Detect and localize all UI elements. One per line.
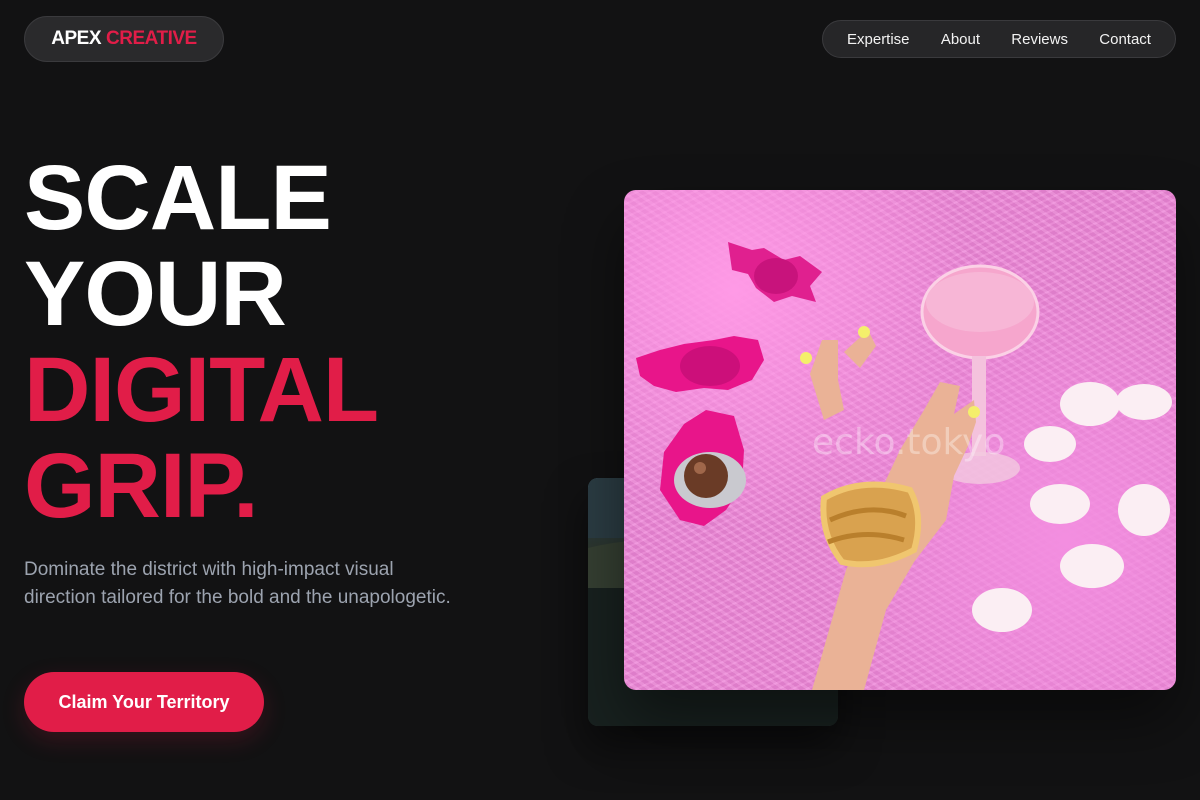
logo-accent-text: CREATIVE xyxy=(106,28,197,49)
hero-photo: ecko.tokyo xyxy=(624,190,1176,690)
main-nav: Expertise About Reviews Contact xyxy=(822,20,1176,58)
headline-line-1: SCALE xyxy=(24,147,332,249)
hand-with-bracelets xyxy=(800,326,980,690)
nav-item-reviews[interactable]: Reviews xyxy=(1011,31,1068,48)
logo-primary-text: APEX xyxy=(51,28,102,49)
nav-item-contact[interactable]: Contact xyxy=(1099,31,1151,48)
headline-line-4: GRIP. xyxy=(24,435,259,537)
candy-chocolate xyxy=(660,410,746,526)
rose-petals xyxy=(972,382,1172,632)
landing-page: APEX CREATIVE Expertise About Reviews Co… xyxy=(0,0,1200,800)
hero-headline: SCALE YOUR DIGITAL GRIP. xyxy=(24,147,379,537)
hero-subtext: Dominate the district with high-impact v… xyxy=(24,559,451,608)
nav-item-about[interactable]: About xyxy=(941,31,980,48)
nav-item-expertise[interactable]: Expertise xyxy=(847,31,910,48)
headline-line-3: DIGITAL xyxy=(24,339,379,441)
candy-top xyxy=(728,242,822,302)
logo[interactable]: APEX CREATIVE xyxy=(24,16,224,62)
headline-line-2: YOUR xyxy=(24,243,287,345)
claim-territory-button[interactable]: Claim Your Territory xyxy=(24,672,264,732)
photo-watermark: ecko.tokyo xyxy=(812,422,1006,463)
candy-left xyxy=(636,336,764,392)
